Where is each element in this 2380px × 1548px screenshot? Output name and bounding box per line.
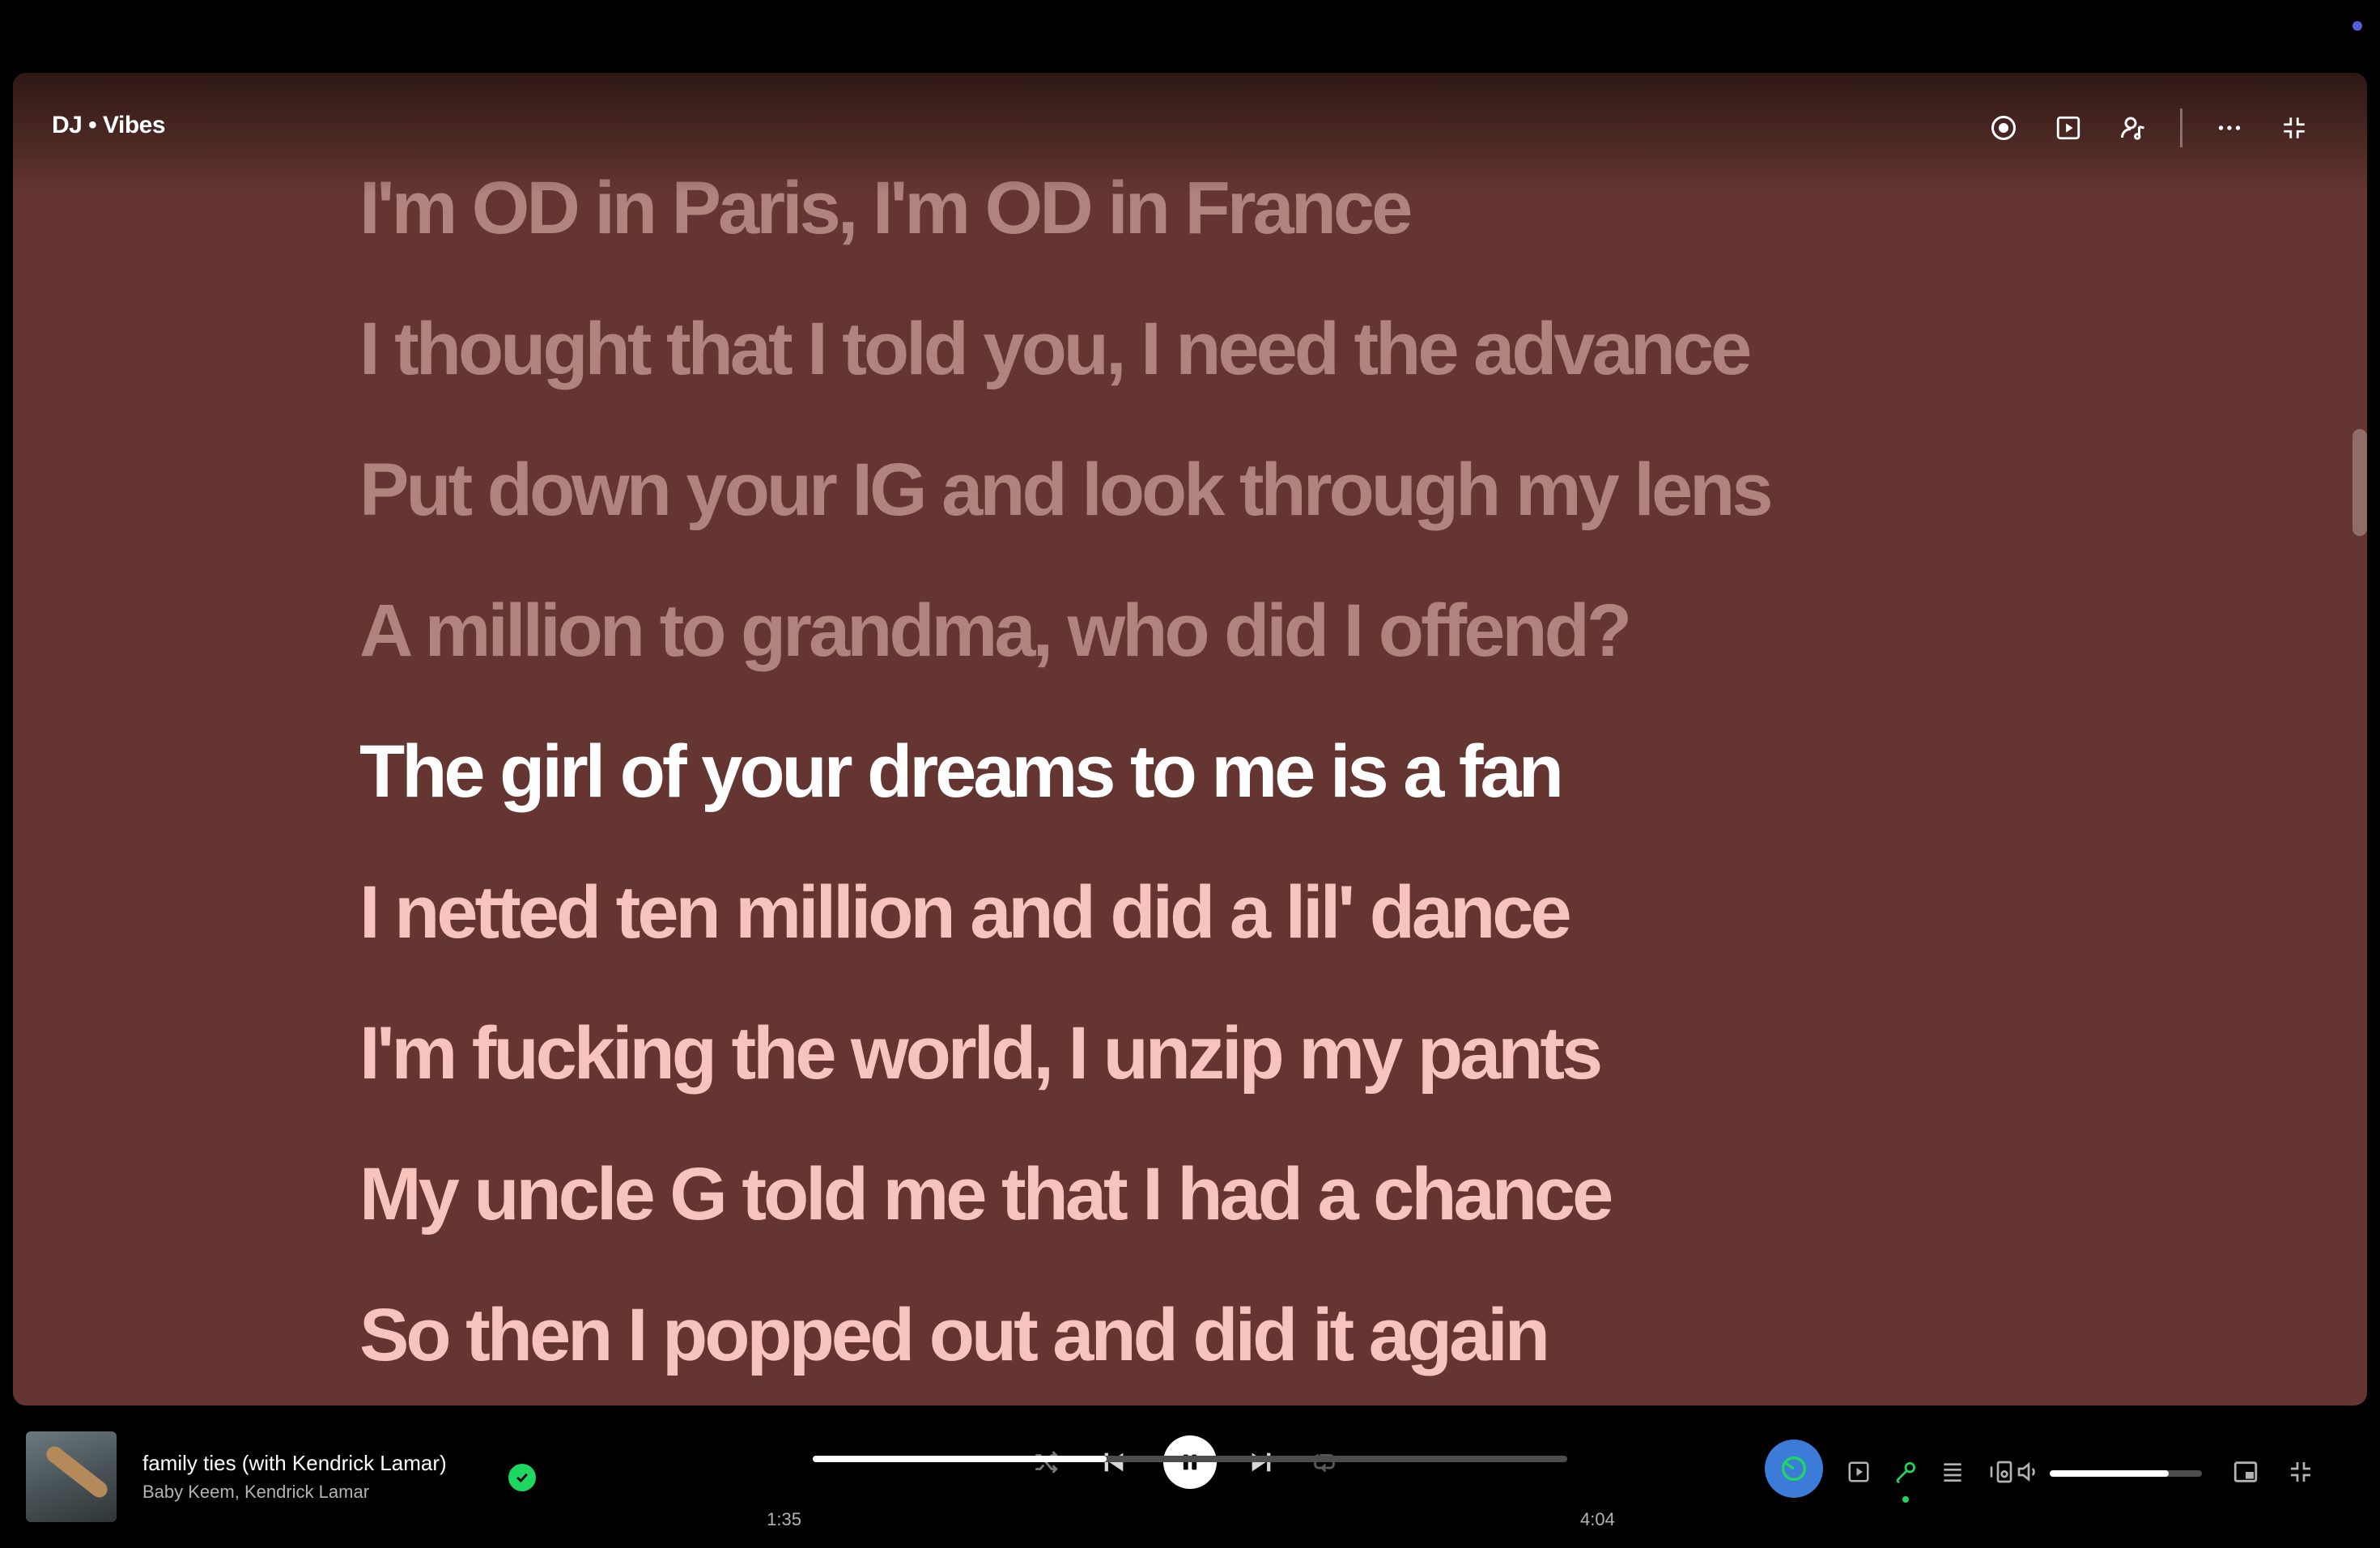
album-art[interactable] [26, 1431, 117, 1522]
lyrics-list: I'm OD in Paris, I'm OD in France I thou… [359, 138, 2221, 1406]
skip-next-icon [1252, 1452, 1271, 1472]
microphone-icon [1896, 1462, 1915, 1484]
video-button[interactable] [2036, 102, 2101, 154]
lyric-line[interactable]: I netted ten million and did a lil' danc… [359, 842, 2221, 983]
track-title[interactable]: family ties (with Kendrick Lamar) [142, 1451, 447, 1476]
lyrics-panel: I'm OD in Paris, I'm OD in France I thou… [13, 73, 2367, 1406]
volume-slider-fill [2050, 1470, 2169, 1477]
status-indicator [2352, 21, 2362, 31]
more-options-button[interactable] [2197, 102, 2262, 154]
right-controls [1765, 1406, 2380, 1548]
now-playing-video-button[interactable] [1838, 1451, 1880, 1493]
context-title[interactable]: DJ • Vibes [52, 112, 166, 139]
video-icon [2056, 116, 2080, 140]
saved-to-library-button[interactable] [508, 1464, 536, 1491]
lyric-line[interactable]: I'm fucking the world, I unzip my pants [359, 983, 2221, 1124]
next-button[interactable] [1235, 1430, 1287, 1495]
pause-button-circle [1163, 1435, 1217, 1489]
lyric-line[interactable]: Put down your IG and look through my len… [359, 419, 2221, 560]
more-options-icon [2218, 125, 2241, 130]
lyric-line[interactable]: A million to grandma, who did I offend? [359, 560, 2221, 701]
shuffle-icon [1035, 1451, 1058, 1474]
elapsed-time: 1:35 [767, 1509, 801, 1529]
previous-button[interactable] [1088, 1430, 1140, 1495]
lyrics-active-indicator [1902, 1496, 1909, 1503]
now-playing-view-button[interactable] [1971, 102, 2036, 154]
exit-fullscreen-icon [2291, 1462, 2310, 1482]
album-art-image [43, 1443, 111, 1501]
dj-button[interactable] [1765, 1440, 1823, 1498]
mute-button[interactable] [2008, 1451, 2050, 1493]
lyric-line[interactable]: My uncle G told me that I had a chance [359, 1124, 2221, 1265]
playback-progress-bar[interactable] [813, 1456, 1567, 1462]
video-icon [1848, 1461, 1869, 1482]
checkmark-icon [516, 1473, 528, 1483]
lyrics-header: DJ • Vibes [13, 73, 2367, 194]
volume-icon [2017, 1461, 2035, 1482]
artist-button[interactable] [2101, 102, 2165, 154]
total-time: 4:04 [1580, 1509, 1615, 1529]
now-playing-view-icon [1991, 116, 2016, 140]
pause-icon [1183, 1454, 1197, 1470]
volume-slider[interactable] [2050, 1470, 2202, 1477]
header-actions [1971, 102, 2327, 154]
repeat-button[interactable] [1298, 1430, 1350, 1495]
lyric-line[interactable]: I thought that I told you, I need the ad… [359, 279, 2221, 419]
lyrics-scrollbar[interactable] [2352, 429, 2367, 536]
exit-fullscreen-icon [2284, 117, 2305, 138]
exit-fullscreen-button[interactable] [2280, 1451, 2322, 1493]
queue-icon [1944, 1463, 1961, 1482]
miniplayer-button[interactable] [2225, 1451, 2267, 1493]
playback-progress-fill [813, 1456, 1107, 1462]
shuffle-button[interactable] [1020, 1430, 1072, 1495]
exit-fullscreen-button[interactable] [2262, 102, 2327, 154]
track-artists[interactable]: Baby Keem, Kendrick Lamar [142, 1482, 369, 1503]
skip-previous-icon [1104, 1452, 1124, 1472]
artist-icon [2121, 117, 2144, 140]
lyrics-button[interactable] [1885, 1451, 1927, 1493]
dj-icon [1782, 1457, 1806, 1481]
pause-button[interactable] [1161, 1430, 1219, 1495]
transport-controls [1020, 1430, 1360, 1495]
queue-button[interactable] [1932, 1451, 1974, 1493]
player-bar: family ties (with Kendrick Lamar) Baby K… [0, 1406, 2380, 1548]
lyric-line[interactable]: So then I popped out and did it again [359, 1265, 2221, 1406]
lyric-line-active[interactable]: The girl of your dreams to me is a fan [359, 701, 2221, 842]
miniplayer-icon [2233, 1461, 2258, 1482]
repeat-icon [1314, 1454, 1335, 1473]
header-divider [2180, 108, 2182, 147]
